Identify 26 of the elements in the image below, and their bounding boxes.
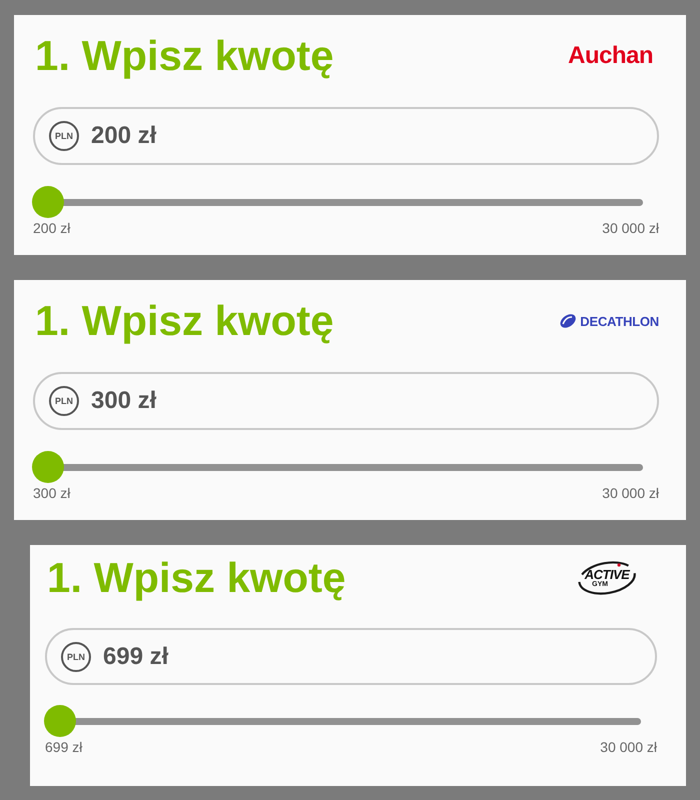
slider-thumb[interactable] bbox=[44, 705, 76, 737]
amount-field[interactable]: PLN 300 zł bbox=[33, 372, 659, 430]
min-amount-label: 699 zł bbox=[45, 738, 82, 756]
brand-logo: DECATHLON bbox=[580, 314, 659, 328]
amount-input[interactable]: 300 zł bbox=[91, 387, 211, 415]
max-amount-label: 30 000 zł bbox=[602, 219, 659, 237]
min-amount-label: 200 zł bbox=[33, 219, 70, 237]
section-title: 1. Wpisz kwotę bbox=[47, 555, 346, 601]
section-title: 1. Wpisz kwotę bbox=[35, 298, 334, 344]
slider-thumb[interactable] bbox=[32, 451, 64, 483]
amount-field[interactable]: PLN 699 zł bbox=[45, 628, 657, 685]
max-amount-label: 30 000 zł bbox=[602, 484, 659, 502]
currency-badge: PLN bbox=[61, 642, 91, 672]
slider-thumb[interactable] bbox=[32, 186, 64, 218]
min-amount-label: 300 zł bbox=[33, 484, 70, 502]
currency-badge: PLN bbox=[49, 386, 79, 416]
brand-logo: Auchan bbox=[568, 42, 653, 70]
amount-input[interactable]: 200 zł bbox=[91, 122, 211, 150]
currency-badge: PLN bbox=[49, 121, 79, 151]
oval-swoosh-icon bbox=[559, 314, 578, 328]
amount-field[interactable]: PLN 200 zł bbox=[33, 107, 659, 165]
max-amount-label: 30 000 zł bbox=[600, 738, 657, 756]
amount-input[interactable]: 699 zł bbox=[103, 642, 223, 670]
section-title: 1. Wpisz kwotę bbox=[35, 33, 334, 79]
brand-logo: ACTIVE bbox=[584, 568, 630, 580]
ring-swoosh-icon bbox=[577, 560, 637, 596]
